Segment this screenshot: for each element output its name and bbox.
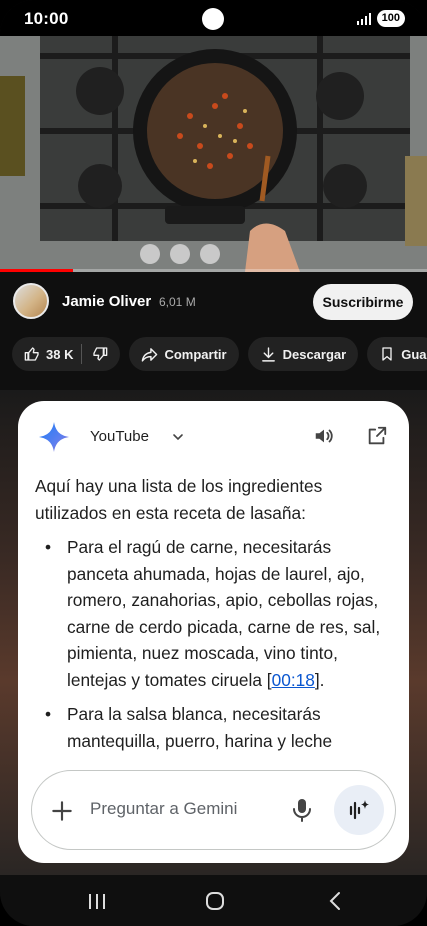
download-label: Descargar xyxy=(282,346,347,362)
battery-indicator: 100 xyxy=(376,10,405,27)
share-icon xyxy=(142,347,158,362)
status-bar: 10:00 100 xyxy=(0,0,427,36)
bookmark-icon xyxy=(382,347,392,361)
microphone-icon[interactable] xyxy=(290,797,314,823)
list-item: Para la salsa blanca, necesitarás manteq… xyxy=(35,701,395,754)
share-button[interactable]: Compartir xyxy=(129,337,239,371)
list-item: Para el ragú de carne, necesitarás pance… xyxy=(35,534,395,693)
gemini-live-icon xyxy=(349,800,369,820)
bullet-text: Para la salsa blanca, necesitarás manteq… xyxy=(67,704,333,751)
gemini-header: YouTube xyxy=(18,401,409,473)
chevron-down-icon[interactable] xyxy=(170,429,186,445)
status-time: 10:00 xyxy=(24,9,69,28)
ingredients-list: Para el ragú de carne, necesitarás pance… xyxy=(35,534,395,754)
bullet-text: Para el ragú de carne, necesitarás pance… xyxy=(67,537,381,690)
like-count: 38 K xyxy=(46,346,74,362)
save-label: Gua xyxy=(401,346,427,362)
download-icon xyxy=(261,346,275,362)
timestamp-link[interactable]: 00:18 xyxy=(272,670,315,690)
channel-name[interactable]: Jamie Oliver xyxy=(62,293,151,310)
front-camera xyxy=(202,8,224,30)
video-actions-row: 38 K Compartir Descargar Gua xyxy=(12,337,427,373)
thumb-down-icon[interactable] xyxy=(92,346,108,362)
subscribe-button[interactable]: Suscribirme xyxy=(313,284,413,320)
like-dislike-chip[interactable]: 38 K xyxy=(12,337,121,371)
save-button[interactable]: Gua xyxy=(367,337,427,371)
video-frame xyxy=(0,36,427,272)
back-icon[interactable] xyxy=(328,891,342,911)
response-intro: Aquí hay una lista de los ingredientes u… xyxy=(35,476,323,523)
status-icons: 100 xyxy=(356,10,405,27)
gemini-input-placeholder[interactable]: Preguntar a Gemini xyxy=(90,799,237,819)
subscriber-count: 6,01 M xyxy=(159,295,196,309)
thumb-up-icon xyxy=(24,347,39,361)
channel-row: Jamie Oliver 6,01 M Suscribirme xyxy=(0,272,427,332)
gemini-live-button[interactable] xyxy=(334,785,384,835)
like-divider xyxy=(81,344,83,364)
open-external-icon[interactable] xyxy=(366,425,388,447)
system-nav-bar xyxy=(0,875,427,926)
plus-icon[interactable] xyxy=(49,798,75,824)
bullet-suffix: ]. xyxy=(314,669,325,690)
gemini-source-label[interactable]: YouTube xyxy=(90,428,149,445)
channel-avatar[interactable] xyxy=(13,283,49,319)
share-label: Compartir xyxy=(164,346,227,362)
gemini-panel: YouTube Aquí hay una lista de los ingred… xyxy=(18,401,409,863)
home-icon[interactable] xyxy=(205,891,225,911)
video-player[interactable] xyxy=(0,36,427,272)
gemini-star-icon xyxy=(39,422,69,452)
recents-icon[interactable] xyxy=(87,893,107,910)
gemini-input-bar[interactable]: Preguntar a Gemini xyxy=(31,770,396,850)
speaker-icon[interactable] xyxy=(313,425,335,447)
signal-icon xyxy=(356,12,371,25)
phone-screen: 10:00 100 Jamie Oliver 6,01 M Suscribirm… xyxy=(0,0,427,926)
download-button[interactable]: Descargar xyxy=(247,337,359,371)
gemini-response: Aquí hay una lista de los ingredientes u… xyxy=(35,473,395,763)
